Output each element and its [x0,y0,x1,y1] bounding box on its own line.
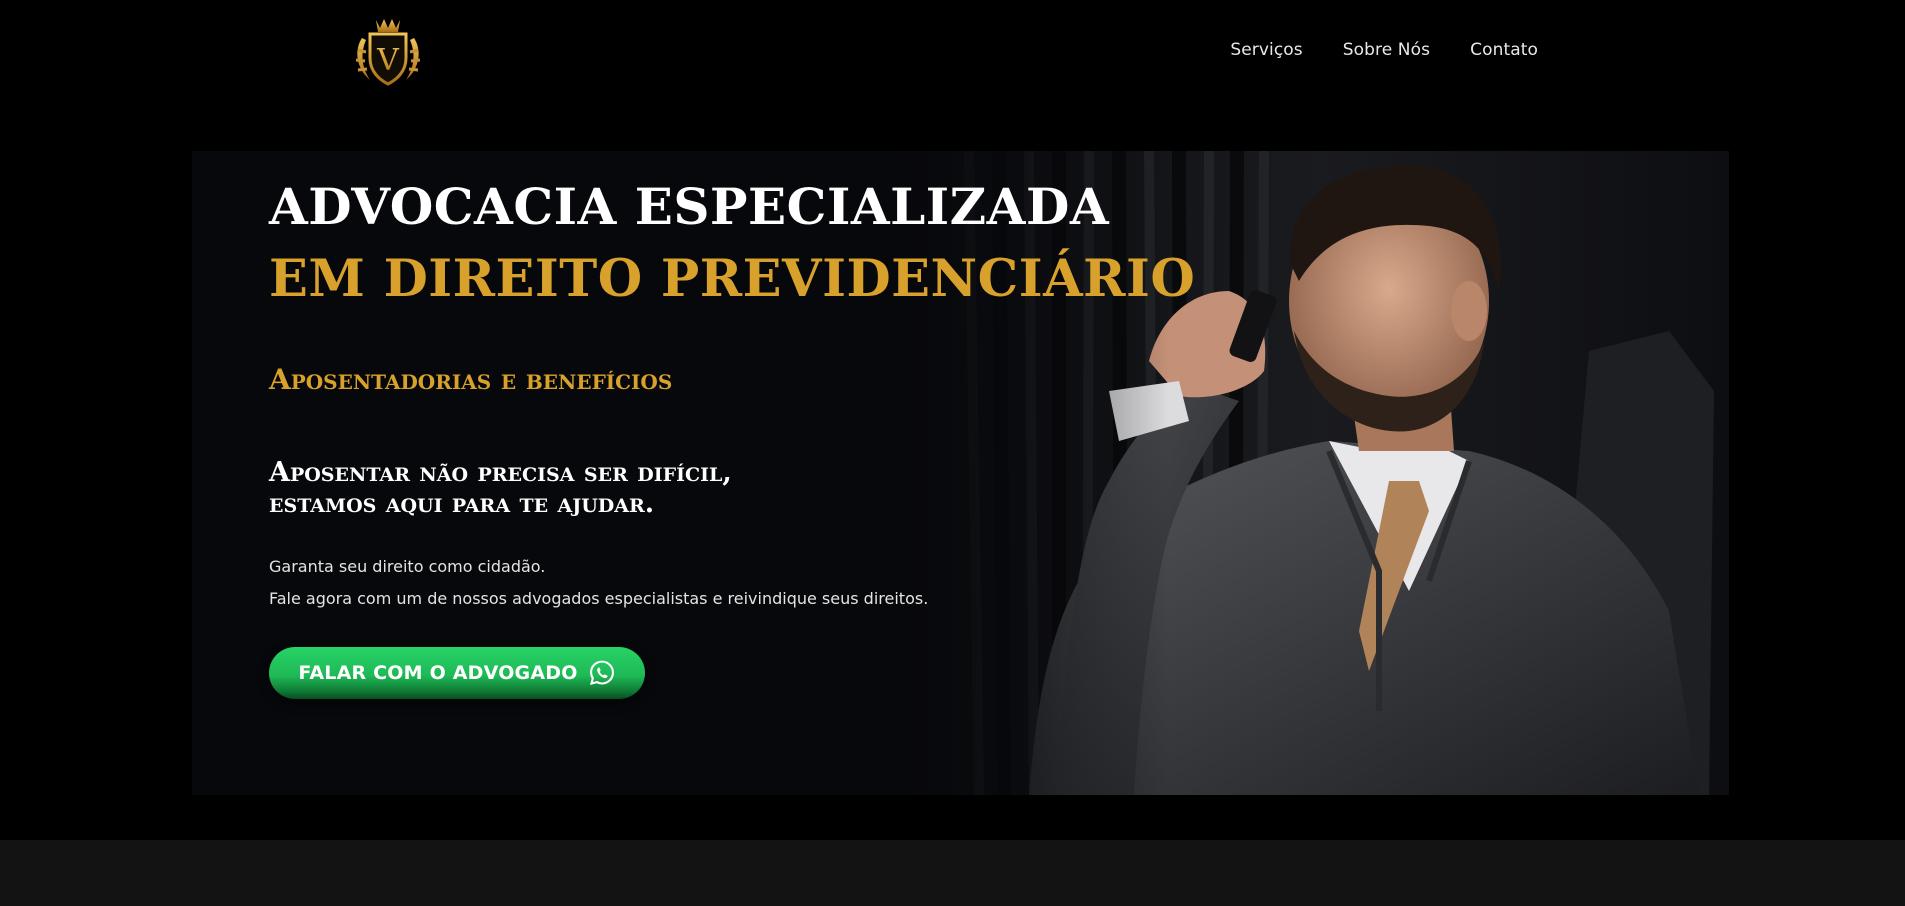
main-nav: Serviços Sobre Nós Contato [1230,40,1538,60]
hero-paragraph-1: Garanta seu direito como cidadão. [269,557,546,576]
nav-item-sobre-nos[interactable]: Sobre Nós [1343,40,1430,60]
hero-title-line1: ADVOCACIA ESPECIALIZADA [269,177,1110,236]
hero-subtitle: Aposentadorias e benefícios [269,363,673,396]
whatsapp-icon [589,660,614,685]
hero-tagline: Aposentar não precisa ser difícil, estam… [269,457,732,519]
hero-title-line2: EM DIREITO PREVIDENCIÁRIO [269,249,1196,309]
cta-label: FALAR COM O ADVOGADO [298,662,578,684]
photo-fade-overlay [869,151,1169,795]
nav-item-servicos[interactable]: Serviços [1230,40,1302,60]
logo-letter: V [376,43,400,78]
next-section-strip [0,840,1905,906]
crown-shield-logo[interactable]: V [348,16,428,88]
site-header: V Serviços Sobre Nós Contato [0,0,1905,110]
hero-banner: ADVOCACIA ESPECIALIZADA EM DIREITO PREVI… [192,151,1729,795]
hero-tagline-line2: estamos aqui para te ajudar. [269,488,655,519]
talk-to-lawyer-button[interactable]: FALAR COM O ADVOGADO [269,647,645,699]
hero-paragraph-2: Fale agora com um de nossos advogados es… [269,589,929,608]
nav-item-contato[interactable]: Contato [1470,40,1538,60]
hero-tagline-line1: Aposentar não precisa ser difícil, [269,457,732,488]
